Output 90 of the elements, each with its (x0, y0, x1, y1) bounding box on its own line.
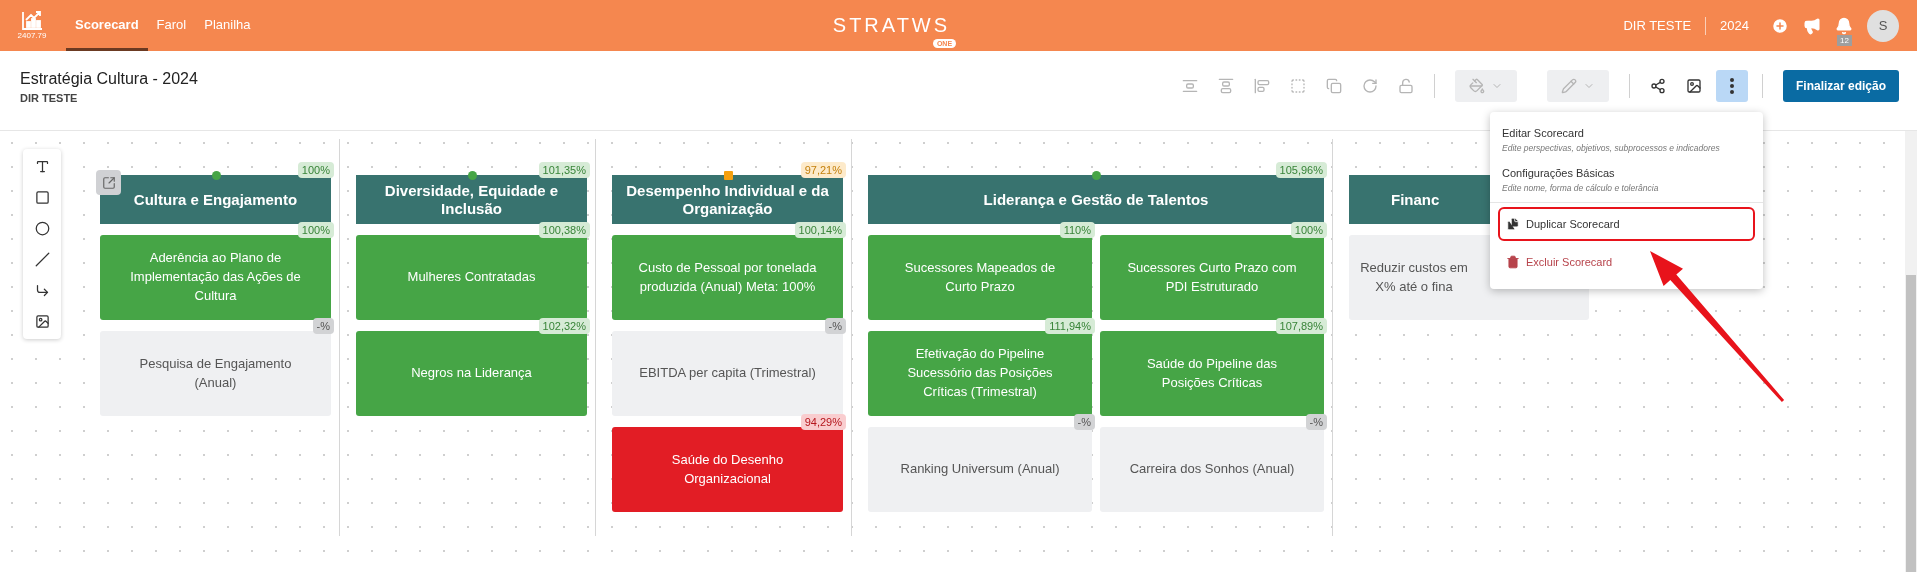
menu-item[interactable]: Editar Scorecard Edite perspectivas, objetivos, subprocessos e indicadores (1490, 120, 1763, 160)
text-tool-icon[interactable] (34, 159, 50, 174)
notification-count: 12 (1837, 34, 1852, 46)
score-badge: 100% (1290, 222, 1327, 238)
score-badge: 101,35% (538, 162, 590, 178)
connector-tool-icon[interactable] (34, 283, 50, 298)
score-badge: 102,32% (538, 318, 590, 334)
indicator-card[interactable]: Saúde do Desenho Organizacional (612, 427, 843, 512)
score-badge: -% (824, 318, 846, 334)
perspective-title: Diversidade, Equidade e Inclusão (383, 181, 560, 218)
score-badge: 94,29% (800, 414, 846, 430)
circle-tool-icon[interactable] (34, 221, 50, 236)
score-badge: 107,89% (1275, 318, 1327, 334)
indicator-name: Mulheres Contratadas (407, 268, 536, 287)
perspective-title: Liderança e Gestão de Talentos (983, 190, 1209, 209)
indicator-name: Aderência ao Plano de Implementação das Ações de Cultura (129, 249, 302, 305)
scrollbar[interactable] (1905, 131, 1917, 572)
menu-item-description: Edite perspectivas, objetivos, subprocessos e indicadores (1502, 143, 1721, 153)
score-badge: 105,96% (1275, 162, 1327, 178)
more-button[interactable] (1715, 69, 1748, 102)
indicator-name: Saúde do Pipeline das Posições Críticas (1145, 354, 1279, 392)
share-icon[interactable] (1649, 77, 1666, 94)
image-icon[interactable] (1685, 77, 1702, 94)
score-badge: -% (1073, 414, 1095, 430)
scrollbar-thumb[interactable] (1906, 275, 1916, 572)
indicator-card[interactable]: Sucessores Mapeados de Curto Prazo (868, 235, 1092, 320)
score-badge: 100% (297, 162, 334, 178)
perspective-title: Desempenho Individual e da Organização (625, 181, 830, 218)
indicator-card[interactable]: Carreira dos Sonhos (Anual) (1100, 427, 1324, 512)
indicator-name: Sucessores Curto Prazo com PDI Estruturado (1126, 258, 1298, 296)
indicator-name: Ranking Universum (Anual) (900, 460, 1060, 479)
chart-logo-icon (21, 11, 43, 31)
score-badge: 100% (297, 222, 334, 238)
indicator-name: Negros na Liderança (411, 364, 532, 383)
perspective-title: Financ (1391, 190, 1440, 209)
indicator-name: Sucessores Mapeados de Curto Prazo (903, 258, 1057, 296)
indicator-name: Custo de Pessoal por tonelada produzida (Anual) Meta: 100% (637, 258, 818, 296)
copy-icon (1506, 217, 1520, 231)
line-tool-icon[interactable] (34, 252, 50, 267)
indicator-card[interactable]: Pesquisa de Engajamento (Anual) (100, 331, 331, 416)
image-tool-icon[interactable] (34, 314, 50, 329)
indicator-card[interactable]: Mulheres Contratadas (356, 235, 587, 320)
indicator-name: Carreira dos Sonhos (Anual) (1129, 460, 1295, 479)
score-badge: 110% (1059, 222, 1095, 238)
indicator-name: EBITDA per capita (Trimestral) (639, 364, 816, 383)
user-avatar[interactable]: S (1867, 9, 1899, 42)
score-badge: -% (312, 318, 334, 334)
finish-editing-button[interactable]: Finalizar edição (1782, 69, 1899, 102)
menu-item-label: Configurações Básicas (1502, 167, 1616, 179)
indicator-card[interactable]: Aderência ao Plano de Implementação das Ações de Cultura (100, 235, 331, 320)
indicator-name: Saúde do Desenho Organizacional (670, 450, 785, 488)
perspective-title: Cultura e Engajamento (133, 190, 298, 209)
pencil-icon (1560, 77, 1577, 94)
indicator-card[interactable]: Negros na Liderança (356, 331, 587, 416)
score-badge: 97,21% (800, 162, 846, 178)
score-badge: 100,14% (794, 222, 846, 238)
indicator-card[interactable]: Saúde do Pipeline das Posições Críticas (1100, 331, 1324, 416)
open-external-icon[interactable] (96, 170, 121, 195)
indicator-card[interactable]: EBITDA per capita (Trimestral) (612, 331, 843, 416)
add-icon[interactable] (1771, 16, 1789, 35)
page-title: Estratégia Cultura - 2024 (20, 69, 198, 88)
nav-tab[interactable]: Scorecard (66, 0, 148, 51)
page-subtitle: DIR TESTE (20, 91, 79, 104)
indicator-name: Reduzir custos em X% até o fina (1359, 258, 1469, 296)
indicator-card[interactable]: Custo de Pessoal por tonelada produzida (Anual) Meta: 100% (612, 235, 843, 320)
menu-item[interactable]: Configurações Básicas Edite nome, forma de cálculo e tolerância (1490, 160, 1763, 200)
kebab-icon (1729, 77, 1734, 94)
indicator-card[interactable]: Ranking Universum (Anual) (868, 427, 1092, 512)
megaphone-icon[interactable] (1803, 16, 1821, 35)
indicator-card[interactable]: Sucessores Curto Prazo com PDI Estruturado (1100, 235, 1324, 320)
menu-item-description: Edite nome, forma de cálculo e tolerância (1502, 183, 1660, 193)
indicator-card[interactable]: Efetivação do Pipeline Sucessório das Posições Críticas (Trimestral) (868, 331, 1092, 416)
rectangle-tool-icon[interactable] (34, 190, 50, 205)
nav-tab[interactable]: Farol (147, 0, 196, 51)
fill-color-dropdown[interactable] (1454, 69, 1517, 102)
menu-item[interactable]: Duplicar Scorecard (1498, 207, 1755, 241)
unit-name: DIR TESTE (1623, 18, 1692, 33)
nav-tab[interactable]: Planilha (195, 0, 260, 51)
score-badge: 111,94% (1045, 318, 1095, 334)
menu-item-label: Editar Scorecard (1502, 127, 1585, 139)
paint-bucket-icon (1468, 77, 1485, 94)
bell-icon[interactable] (1835, 16, 1853, 35)
indicator-name: Pesquisa de Engajamento (Anual) (138, 354, 293, 392)
year-label: 2024 (1720, 18, 1749, 33)
score-badge: 100,38% (538, 222, 590, 238)
version-number: 2407.79 (17, 31, 47, 40)
score-badge: -% (1305, 414, 1327, 430)
indicator-name: Efetivação do Pipeline Sucessório das Posições Críticas (Trimestral) (906, 345, 1054, 401)
line-color-dropdown[interactable] (1546, 69, 1609, 102)
trash-icon (1506, 255, 1520, 269)
